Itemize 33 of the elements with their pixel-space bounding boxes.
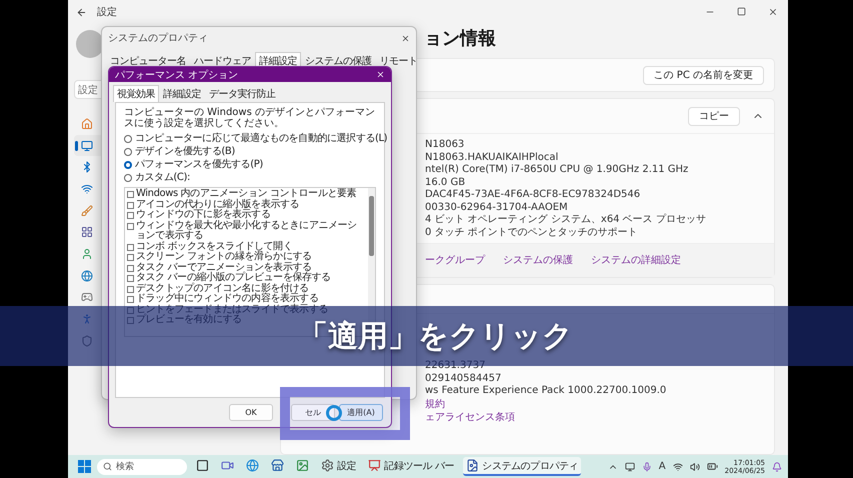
spec-value: 16.0 GB xyxy=(425,176,466,189)
description: コンピューターの Windows のデザインとパフォーマンスに使う設定を選択してください。 xyxy=(124,107,376,129)
checkbox-label: プレビューを有効にする xyxy=(136,315,242,326)
spec-value: 22631.3737 xyxy=(425,360,486,372)
radio-label: カスタム(C): xyxy=(135,172,190,182)
checkbox-label: スクリーン フォントの縁を滑らかにする xyxy=(136,252,312,262)
spec-value: 4 ビット オペレーティング システム、x64 ベース プロセッサ xyxy=(425,214,706,226)
checkbox-label: デスクトップのアイコン名に影を付ける xyxy=(136,284,309,294)
spec-value: N18063 xyxy=(425,139,464,152)
spec-value: 029140584457 xyxy=(425,372,502,385)
checkbox-label: コンボ ボックスをスライドして開く xyxy=(136,242,292,252)
radio-label: デザインを優先する(B) xyxy=(135,146,235,156)
spec-value: 00330-62964-31704-AAOEM xyxy=(425,202,568,214)
checkbox-label: アイコンの代わりに縮小版を表示する xyxy=(136,200,300,210)
spec-value: 0 タッチ ポイントでのペンとタッチのサポート xyxy=(425,226,638,239)
checkbox-label: ウィンドウを最大化や最小化するときにアニメーションで表示する xyxy=(136,220,358,241)
radio-label: パフォーマンスを優先する(P) xyxy=(135,160,263,170)
checkbox-label: タスク バーの縮小版のプレビューを保存する xyxy=(136,273,331,283)
spec-value: N18063.HAKUAIKAIHPlocal xyxy=(425,152,558,164)
checkbox-label: Windows 内のアニメーション コントロールと要素 xyxy=(136,189,356,199)
dialog-title: システムのプロパティ xyxy=(108,32,209,45)
caption-text: 「適用」をクリック xyxy=(297,318,573,356)
dialog-title: パフォーマンス オプション xyxy=(115,68,240,82)
checkbox-label: タスク バーでアニメーションを表示する xyxy=(136,262,312,272)
spec-value: DAC4F45-73AE-4F6A-8CF8-EC978324D546 xyxy=(425,189,640,202)
checkbox-label: ドラッグ中にウィンドウの内容を表示する xyxy=(136,294,318,304)
radio-label: コンピューターに応じて最適なものを自動的に選択する(L) xyxy=(135,134,388,144)
checkbox-label: ウィンドウの下に影を表示する xyxy=(136,210,270,220)
checkbox-label: ヒントをフェードまたはスライドで表示する xyxy=(136,304,328,314)
spec-value: ws Feature Experience Pack 1000.22700.1009.0 xyxy=(425,385,666,398)
window-title: 設定 xyxy=(97,6,117,19)
spec-value: ntel(R) Core(TM) i7-8650U CPU @ 1.90GHz 2.11 GHz xyxy=(425,164,688,176)
page-title: ョン情報 xyxy=(424,27,497,51)
